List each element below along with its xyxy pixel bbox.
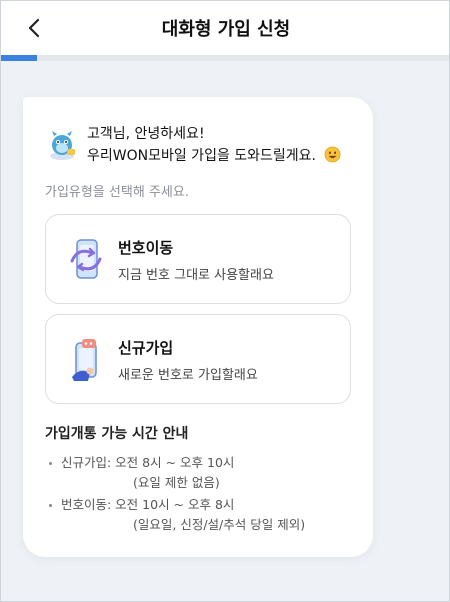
new-signup-phone-icon <box>72 339 97 381</box>
hours-note: (일요일, 신정/설/추석 당일 제외) <box>133 517 306 532</box>
hours-guide-list: 신규가입: 오전 8시 ~ 오후 10시 (요일 제한 없음) 번호이동: 오전… <box>45 453 355 537</box>
progress-bar-fill <box>1 55 37 61</box>
option-subtitle: 지금 번호 그대로 사용할래요 <box>118 268 274 283</box>
option-new-signup[interactable]: 신규가입 새로운 번호로 가입할래요 <box>45 314 351 404</box>
smiling-face-icon <box>325 146 341 163</box>
list-item: 신규가입: 오전 8시 ~ 오후 10시 (요일 제한 없음) <box>45 453 355 493</box>
select-type-prompt: 가입유형을 선택해 주세요. <box>45 185 189 200</box>
option-title: 신규가입 <box>118 339 174 357</box>
app-header: 대화형 가입 신청 <box>1 1 449 55</box>
hours-label: 번호이동: 오전 10시 ~ 오후 8시 <box>61 497 235 512</box>
greeting-line-1: 고객님, 안녕하세요! <box>87 126 205 142</box>
greeting-line-2-wrap: 우리WON모바일 가입을 도와드릴게요. <box>87 145 341 167</box>
bullet-dot <box>49 504 52 507</box>
option-number-transfer[interactable]: 번호이동 지금 번호 그대로 사용할래요 <box>45 214 351 304</box>
app-frame: 대화형 가입 신청 고객님, 안녕하세요! 우리WON모바일 가입을 도와드릴게… <box>0 0 450 602</box>
number-transfer-phone-icon <box>70 239 102 279</box>
bot-mascot-icon <box>50 131 75 160</box>
list-item: 번호이동: 오전 10시 ~ 오후 8시 (일요일, 신정/설/추석 당일 제외… <box>45 495 355 535</box>
hours-guide-title: 가입개통 가능 시간 안내 <box>45 426 189 442</box>
option-subtitle: 새로운 번호로 가입할래요 <box>118 368 258 383</box>
bullet-dot <box>49 462 52 465</box>
greeting-line-2: 우리WON모바일 가입을 도와드릴게요. <box>87 148 317 164</box>
greeting-message: 고객님, 안녕하세요! 우리WON모바일 가입을 도와드릴게요. <box>87 123 341 167</box>
page-title: 대화형 가입 신청 <box>161 19 291 40</box>
hours-label: 신규가입: 오전 8시 ~ 오후 10시 <box>61 455 235 470</box>
progress-bar <box>1 55 449 61</box>
chat-bubble-card: 고객님, 안녕하세요! 우리WON모바일 가입을 도와드릴게요. 가입유형을 선… <box>23 97 373 557</box>
hours-note: (요일 제한 없음) <box>133 475 220 490</box>
option-title: 번호이동 <box>118 239 174 257</box>
